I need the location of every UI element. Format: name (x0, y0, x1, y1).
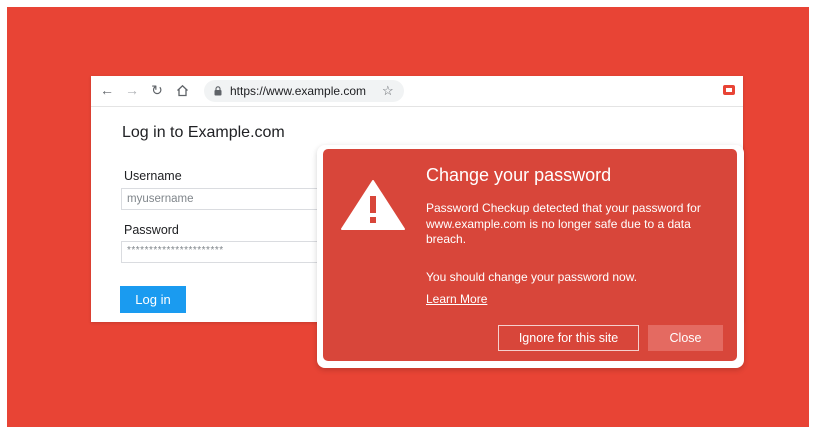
page-title: Log in to Example.com (122, 124, 285, 141)
background: ← → ↻ https://www.example.com ☆ Log in t… (7, 7, 809, 427)
home-icon[interactable] (174, 82, 190, 98)
address-bar[interactable]: https://www.example.com ☆ (204, 80, 404, 102)
password-warning-dialog: Change your password Password Checkup de… (317, 145, 744, 368)
dialog-advice: You should change your password now. (426, 270, 638, 284)
username-label: Username (124, 169, 182, 183)
dialog-title: Change your password (426, 165, 612, 185)
learn-more-link[interactable]: Learn More (426, 292, 487, 306)
close-button[interactable]: Close (648, 325, 723, 351)
back-arrow-icon[interactable]: ← (99, 82, 115, 98)
username-value: myusername (127, 193, 194, 205)
password-label: Password (124, 223, 179, 237)
dialog-panel: Change your password Password Checkup de… (323, 149, 737, 361)
dialog-message: Password Checkup detected that your pass… (426, 201, 701, 246)
url-text: https://www.example.com (230, 84, 367, 98)
star-icon[interactable]: ☆ (382, 83, 394, 99)
extension-icon[interactable] (723, 84, 735, 96)
browser-toolbar: ← → ↻ https://www.example.com ☆ (91, 76, 743, 107)
password-value: ********************** (127, 245, 224, 256)
password-field[interactable]: ********************** (121, 241, 321, 263)
username-field[interactable]: myusername (121, 188, 321, 210)
ignore-button[interactable]: Ignore for this site (498, 325, 639, 351)
login-button[interactable]: Log in (120, 286, 186, 313)
warning-triangle-icon (341, 180, 405, 230)
reload-icon[interactable]: ↻ (149, 82, 165, 98)
forward-arrow-icon[interactable]: → (124, 82, 140, 98)
lock-icon (214, 86, 222, 96)
